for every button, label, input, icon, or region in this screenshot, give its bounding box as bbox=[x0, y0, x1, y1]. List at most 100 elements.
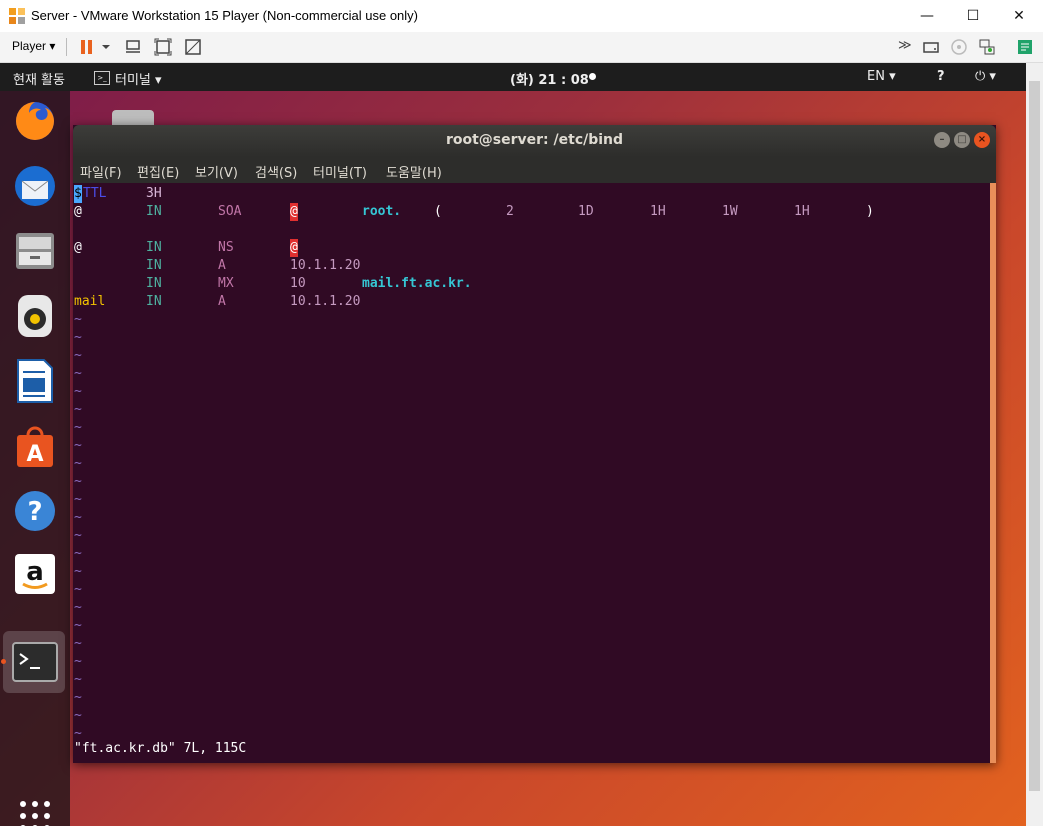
menu-view[interactable]: 보기(V) bbox=[195, 162, 238, 181]
empty-line-tilde: ~ bbox=[74, 708, 82, 723]
dock: A ? a bbox=[0, 91, 70, 826]
empty-line-tilde: ~ bbox=[74, 312, 82, 327]
vmware-logo-icon bbox=[9, 8, 25, 24]
vmware-toolbar: Player ▾ ≫ bbox=[0, 32, 1043, 63]
send-ctrl-alt-del-icon[interactable] bbox=[124, 38, 142, 56]
buffer-token: MX bbox=[218, 276, 234, 291]
more-devices-icon[interactable]: ≫ bbox=[898, 38, 912, 53]
unity-icon[interactable] bbox=[184, 38, 202, 56]
buffer-token: $ bbox=[74, 185, 82, 203]
fullscreen-icon[interactable] bbox=[154, 38, 172, 56]
buffer-token: @ bbox=[74, 240, 82, 255]
player-menu[interactable]: Player ▾ bbox=[12, 39, 55, 53]
vim-status-line: "ft.ac.kr.db" 7L, 115C bbox=[74, 741, 247, 756]
empty-line-tilde: ~ bbox=[74, 366, 82, 381]
rhythmbox-icon[interactable] bbox=[10, 291, 60, 341]
empty-line-tilde: ~ bbox=[74, 420, 82, 435]
language-menu[interactable]: EN ▾ bbox=[867, 69, 896, 84]
pause-icon[interactable] bbox=[78, 38, 96, 56]
app-grid-icon[interactable] bbox=[10, 791, 60, 826]
libreoffice-writer-icon[interactable] bbox=[10, 356, 60, 406]
thunderbird-icon[interactable] bbox=[10, 161, 60, 211]
terminal-minimize-button[interactable]: – bbox=[934, 132, 950, 148]
empty-line-tilde: ~ bbox=[74, 456, 82, 471]
buffer-token: 10.1.1.20 bbox=[290, 258, 361, 273]
menu-file[interactable]: 파일(F) bbox=[80, 162, 122, 181]
vm-scrollbar[interactable] bbox=[1026, 63, 1043, 826]
buffer-token: 10.1.1.20 bbox=[290, 294, 361, 309]
svg-text:A: A bbox=[26, 442, 43, 467]
empty-line-tilde: ~ bbox=[74, 510, 82, 525]
terminal-small-icon: >_ bbox=[94, 71, 110, 85]
empty-line-tilde: ~ bbox=[74, 492, 82, 507]
clock[interactable]: (화) 21 : 08 bbox=[510, 69, 589, 88]
buffer-token: 3H bbox=[146, 186, 162, 201]
buffer-token: A bbox=[218, 258, 226, 273]
empty-line-tilde: ~ bbox=[74, 348, 82, 363]
menu-edit[interactable]: 편집(E) bbox=[137, 162, 179, 181]
empty-line-tilde: ~ bbox=[74, 402, 82, 417]
empty-line-tilde: ~ bbox=[74, 384, 82, 399]
terminal-menubar: 파일(F) 편집(E) 보기(V) 검색(S) 터미널(T) 도움말(H) bbox=[73, 157, 996, 183]
empty-line-tilde: ~ bbox=[74, 528, 82, 543]
chevron-down-icon[interactable] bbox=[100, 38, 112, 56]
buffer-token: SOA bbox=[218, 204, 242, 219]
terminal-icon[interactable] bbox=[10, 637, 60, 687]
empty-line-tilde: ~ bbox=[74, 564, 82, 579]
software-center-icon[interactable]: A bbox=[10, 421, 60, 471]
terminal-close-button[interactable]: × bbox=[974, 132, 990, 148]
buffer-token: ( bbox=[434, 204, 442, 219]
network-icon[interactable] bbox=[978, 38, 996, 56]
running-indicator-icon bbox=[1, 659, 6, 664]
firefox-icon[interactable] bbox=[10, 96, 60, 146]
buffer-token: @ bbox=[290, 239, 298, 257]
buffer-token: 1D bbox=[578, 204, 594, 219]
buffer-token: mail.ft.ac.kr. bbox=[362, 276, 472, 291]
empty-line-tilde: ~ bbox=[74, 474, 82, 489]
terminal-maximize-button[interactable]: □ bbox=[954, 132, 970, 148]
buffer-token: IN bbox=[146, 258, 162, 273]
menu-search[interactable]: 검색(S) bbox=[255, 162, 297, 181]
hard-disk-icon[interactable] bbox=[922, 38, 940, 56]
buffer-token: 1H bbox=[650, 204, 666, 219]
buffer-token: mail bbox=[74, 294, 106, 309]
menu-help[interactable]: 도움말(H) bbox=[386, 162, 442, 181]
buffer-token: TTL bbox=[83, 186, 107, 201]
buffer-token: root. bbox=[362, 204, 402, 219]
close-button[interactable]: ✕ bbox=[996, 0, 1042, 32]
files-icon[interactable] bbox=[10, 226, 60, 276]
buffer-token: 10 bbox=[290, 276, 306, 291]
buffer-token: NS bbox=[218, 240, 234, 255]
buffer-token: IN bbox=[146, 294, 162, 309]
power-menu[interactable]: ⏻ ▾ bbox=[975, 69, 996, 84]
window-title: Server - VMware Workstation 15 Player (N… bbox=[31, 8, 418, 23]
empty-line-tilde: ~ bbox=[74, 330, 82, 345]
message-icon[interactable] bbox=[1016, 38, 1034, 56]
minimize-button[interactable]: — bbox=[904, 0, 950, 32]
app-menu[interactable]: 터미널 ▾ bbox=[115, 69, 162, 88]
buffer-token: 2 bbox=[506, 204, 514, 219]
buffer-token: IN bbox=[146, 204, 162, 219]
buffer-token: A bbox=[218, 294, 226, 309]
empty-line-tilde: ~ bbox=[74, 438, 82, 453]
buffer-token: IN bbox=[146, 276, 162, 291]
gnome-topbar: 현재 활동 >_ 터미널 ▾ (화) 21 : 08 EN ▾ ? ⏻ ▾ bbox=[0, 63, 1026, 91]
help-icon[interactable]: ? bbox=[10, 486, 60, 536]
terminal-scrollbar[interactable] bbox=[990, 183, 996, 763]
accessibility-icon[interactable]: ? bbox=[937, 69, 945, 84]
empty-line-tilde: ~ bbox=[74, 582, 82, 597]
buffer-token: ) bbox=[866, 204, 874, 219]
maximize-button[interactable]: ☐ bbox=[950, 0, 996, 32]
empty-line-tilde: ~ bbox=[74, 600, 82, 615]
vmware-titlebar: Server - VMware Workstation 15 Player (N… bbox=[0, 0, 1043, 32]
cd-dvd-icon[interactable] bbox=[950, 38, 968, 56]
vm-scrollbar-thumb[interactable] bbox=[1029, 81, 1040, 791]
empty-line-tilde: ~ bbox=[74, 618, 82, 633]
notification-dot-icon bbox=[589, 73, 596, 80]
empty-line-tilde: ~ bbox=[74, 654, 82, 669]
vm-display[interactable]: 현재 활동 >_ 터미널 ▾ (화) 21 : 08 EN ▾ ? ⏻ ▾ A … bbox=[0, 63, 1026, 826]
activities-button[interactable]: 현재 활동 bbox=[13, 69, 65, 88]
terminal-content[interactable]: $ TTL 3H @ IN SOA @ root. (2 1D 1H 1W 1H) @ IN NS @ IN A 10… bbox=[73, 183, 990, 763]
amazon-icon[interactable]: a bbox=[10, 549, 60, 599]
menu-terminal[interactable]: 터미널(T) bbox=[313, 162, 367, 181]
